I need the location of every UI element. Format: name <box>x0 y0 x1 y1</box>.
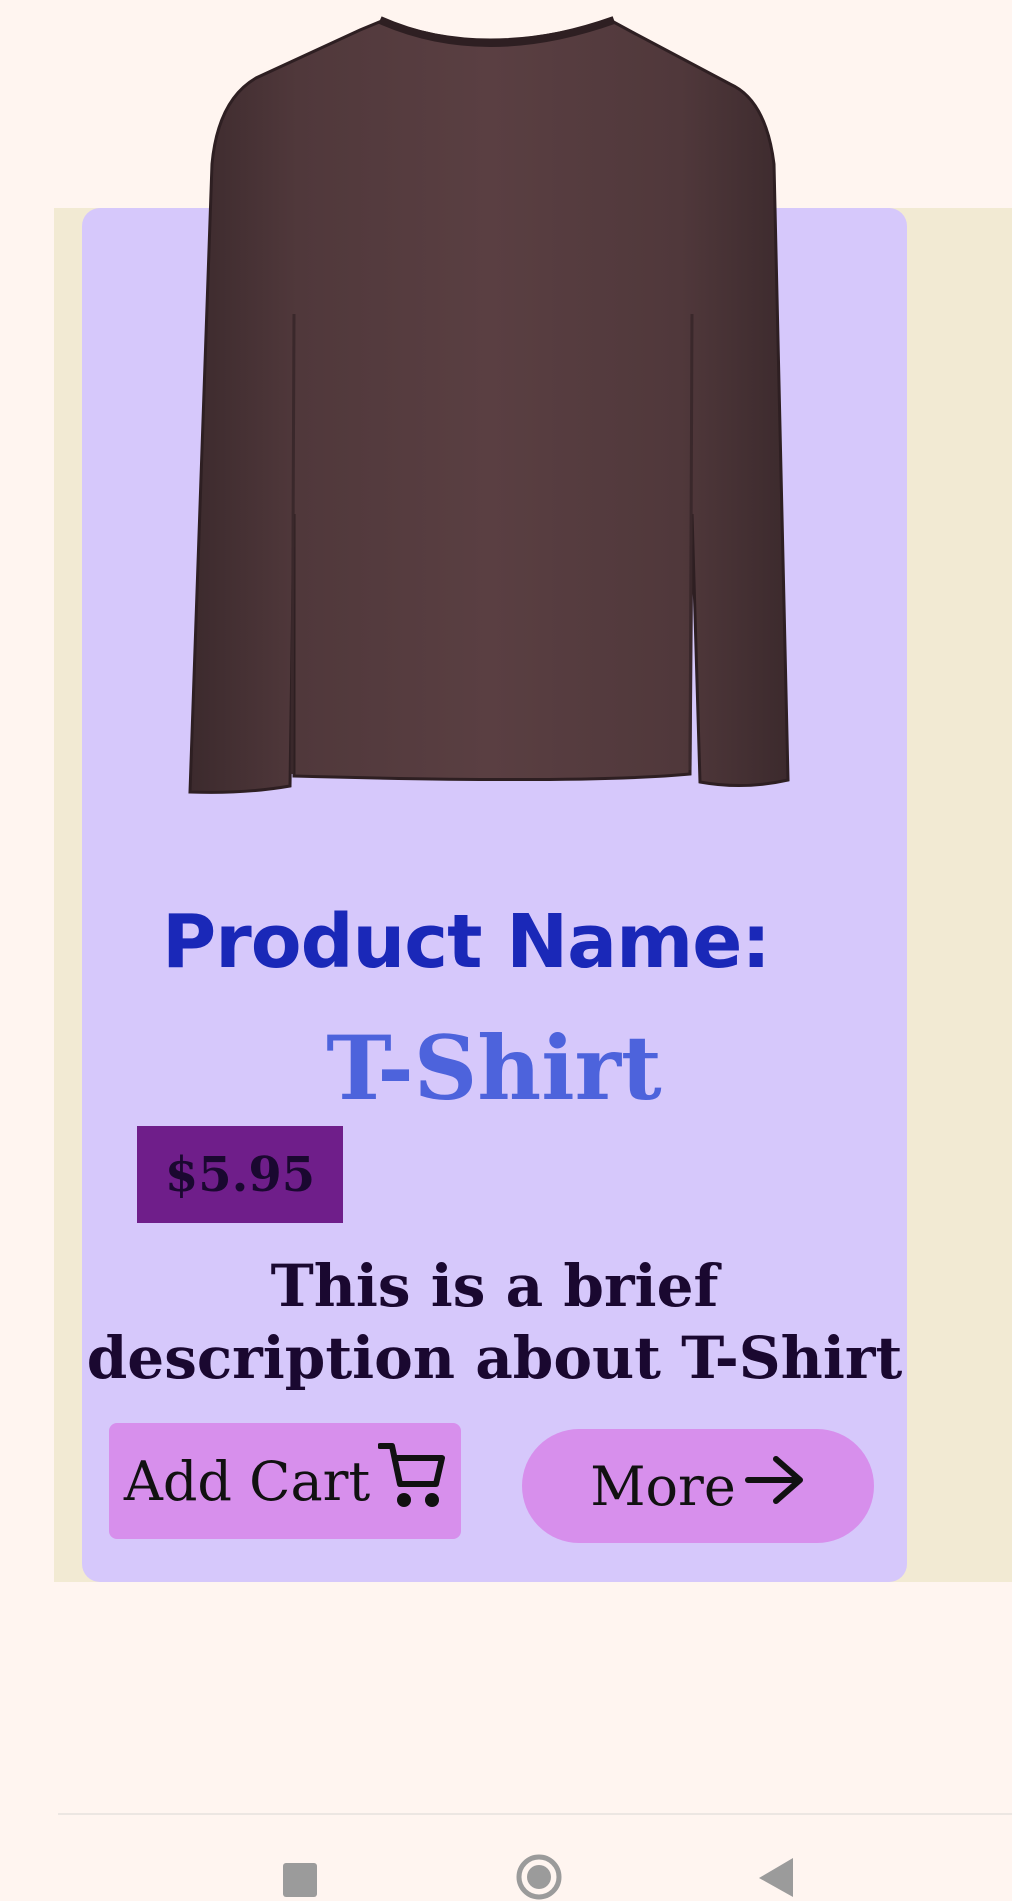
more-button[interactable]: More <box>522 1429 874 1543</box>
product-name-label: Product Name: <box>162 899 771 985</box>
product-name: T-Shirt <box>326 1016 662 1120</box>
product-image <box>188 16 790 794</box>
triangle-back-icon[interactable] <box>759 1858 793 1897</box>
system-navigation-bar <box>0 1815 1012 1900</box>
square-icon[interactable] <box>283 1863 317 1897</box>
more-label: More <box>590 1454 736 1518</box>
add-cart-label: Add Cart <box>123 1449 371 1513</box>
product-description: This is a brief description about T-Shir… <box>86 1252 903 1392</box>
add-cart-button[interactable]: Add Cart <box>109 1423 461 1539</box>
price-badge: $5.95 <box>137 1126 343 1223</box>
arrow-right-icon <box>744 1455 806 1518</box>
circle-icon[interactable] <box>515 1853 563 1901</box>
cart-icon <box>377 1440 446 1523</box>
